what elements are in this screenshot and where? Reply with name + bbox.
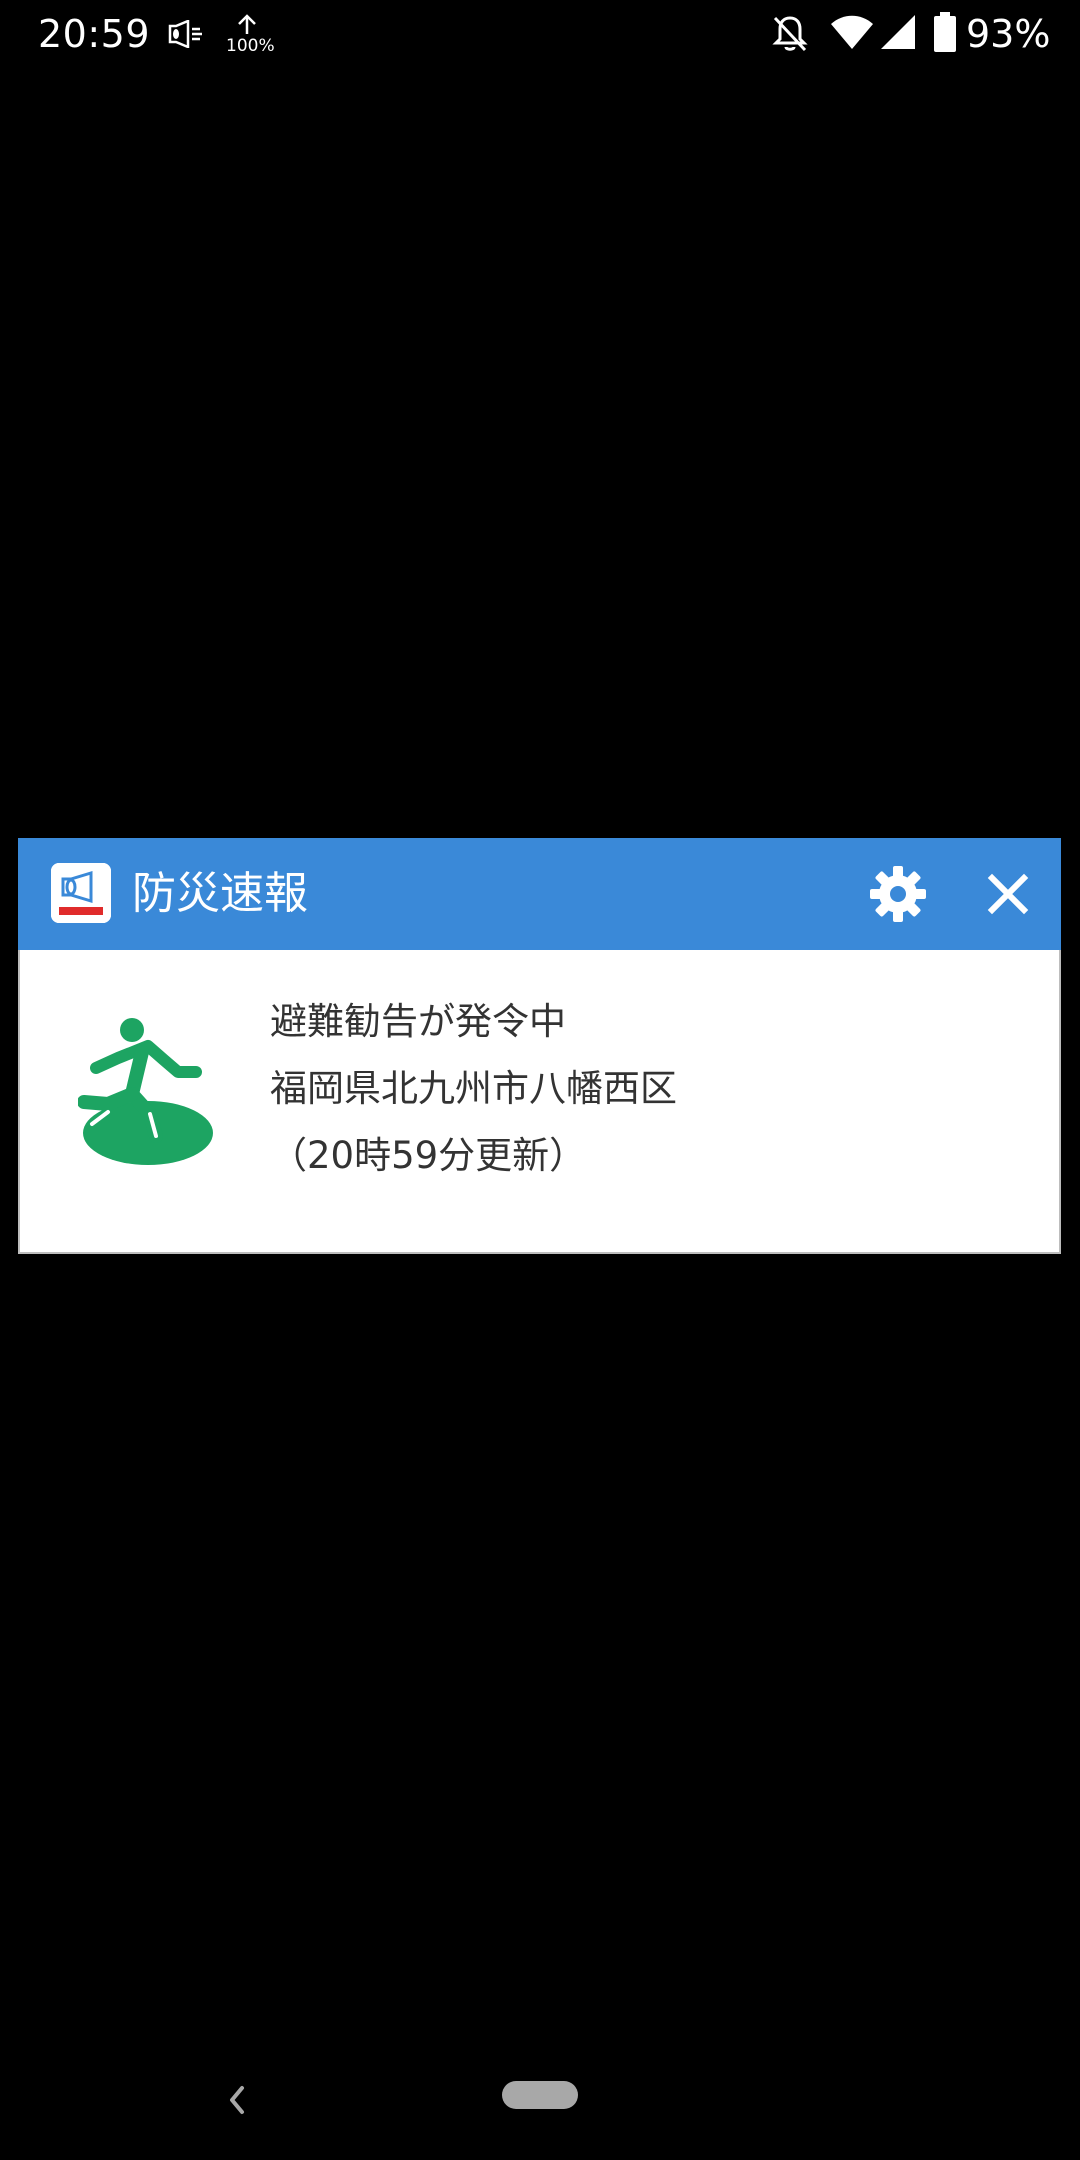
- battery-percent: 93%: [966, 12, 1051, 56]
- megaphone-icon: [168, 20, 202, 48]
- home-pill-icon[interactable]: [502, 2081, 578, 2109]
- dialog-header: 防災速報: [18, 838, 1061, 950]
- evacuation-icon: [78, 1018, 213, 1165]
- umbrella-icon: [238, 14, 256, 34]
- dialog-body[interactable]: 避難勧告が発令中 福岡県北九州市八幡西区 （20時59分更新）: [18, 950, 1061, 1254]
- alert-message: 避難勧告が発令中 福岡県北九州市八幡西区 （20時59分更新）: [270, 988, 1030, 1189]
- alert-updated-time: （20時59分更新）: [270, 1134, 587, 1177]
- alert-location: 福岡県北九州市八幡西区: [270, 1067, 677, 1110]
- battery-icon: [934, 12, 956, 52]
- status-bar: 20:59 100% 93%: [0, 0, 1080, 70]
- close-icon[interactable]: [980, 866, 1036, 922]
- back-chevron-icon[interactable]: [222, 2080, 252, 2120]
- umbrella-percent: 100%: [226, 36, 275, 56]
- alert-dialog: 防災速報 避難勧告が発令中 福岡県北九州市八幡西区 （20時59分更新）: [18, 838, 1061, 1254]
- gear-icon[interactable]: [868, 864, 928, 924]
- alert-headline: 避難勧告が発令中: [270, 1000, 566, 1043]
- bousai-app-icon: [51, 863, 111, 923]
- bell-off-icon: [772, 16, 808, 52]
- signal-icon: [881, 15, 915, 49]
- dialog-title: 防災速報: [132, 868, 308, 919]
- status-time: 20:59: [38, 12, 151, 56]
- wifi-icon: [831, 15, 873, 49]
